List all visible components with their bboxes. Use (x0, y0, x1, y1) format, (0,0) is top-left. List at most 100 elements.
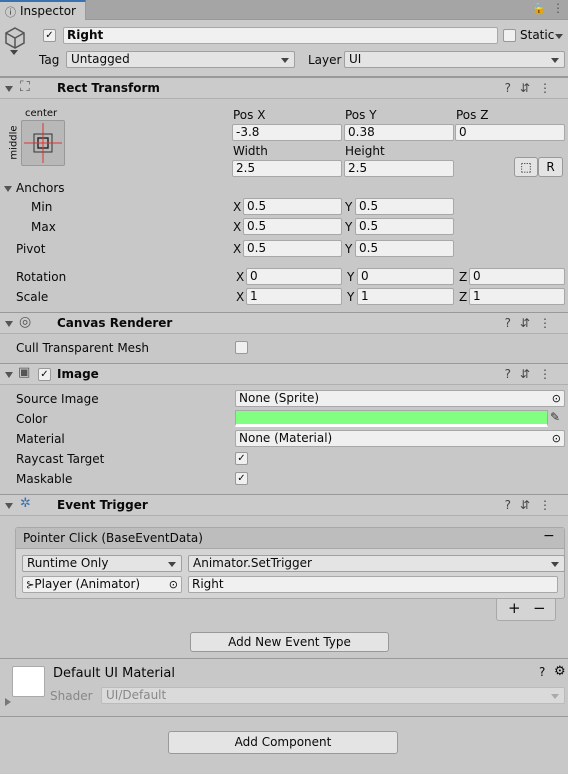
gameobject-header: ✓ Right Static Tag Untagged Layer UI (0, 20, 568, 77)
color-swatch[interactable] (235, 410, 548, 427)
scale-x-field[interactable]: 1 (246, 288, 342, 305)
rot-y-field[interactable]: 0 (357, 268, 454, 285)
height-field[interactable]: 2.5 (344, 160, 454, 177)
width-field[interactable]: 2.5 (232, 160, 342, 177)
layer-label: Layer (308, 53, 342, 67)
scale-y-letter: Y (347, 290, 355, 304)
runtime-dropdown[interactable]: Runtime Only (22, 555, 182, 572)
separator (0, 658, 568, 659)
eyedropper-icon[interactable]: ✎ (550, 410, 560, 424)
tab-bar: ⓘ Inspector 🔒 ⋮ (0, 0, 568, 20)
image-enabled-checkbox[interactable]: ✓ (38, 368, 51, 381)
function-value: Animator.SetTrigger (193, 556, 312, 570)
min-x-field[interactable]: 0.5 (243, 198, 342, 215)
function-dropdown[interactable]: Animator.SetTrigger (188, 555, 565, 572)
scale-x-letter: X (236, 290, 245, 304)
add-component-button[interactable]: Add Component (168, 731, 398, 754)
pivot-x-field[interactable]: 0.5 (243, 240, 342, 257)
raycast-checkbox[interactable]: ✓ (235, 452, 248, 465)
min-y-letter: Y (345, 200, 353, 214)
maskable-checkbox[interactable]: ✓ (235, 472, 248, 485)
argument-field[interactable]: Right (188, 576, 558, 593)
pos-z-field[interactable]: 0 (455, 124, 565, 141)
layer-dropdown[interactable]: UI (344, 51, 565, 68)
blueprint-mode-button[interactable]: ⬚ (514, 157, 538, 177)
rot-y-letter: Y (347, 270, 355, 284)
rot-x-field[interactable]: 0 (246, 268, 342, 285)
pos-y-field[interactable]: 0.38 (344, 124, 454, 141)
raw-edit-button[interactable]: R (538, 157, 563, 177)
help-icon[interactable]: ? (539, 665, 545, 679)
rot-z-field[interactable]: 0 (469, 268, 565, 285)
source-image-field[interactable]: None (Sprite) ⊙ (235, 390, 565, 407)
max-y-letter: Y (345, 220, 353, 234)
image-component-icon: ▣ (18, 365, 31, 380)
header-icons[interactable]: ?⇵⋮ (505, 367, 560, 381)
shader-label: Shader (50, 689, 93, 703)
name-field[interactable]: Right (63, 27, 498, 44)
pos-y-label: Pos Y (345, 108, 377, 122)
foldout-arrow-icon[interactable] (5, 86, 13, 92)
remove-listener-icon[interactable]: − (533, 599, 546, 617)
tab-inspector[interactable]: ⓘ Inspector (0, 0, 86, 20)
pivot-y-field[interactable]: 0.5 (355, 240, 454, 257)
scale-z-field[interactable]: 1 (469, 288, 565, 305)
target-object-field[interactable]: ⊱Player (Animator) ⊙ (22, 576, 182, 593)
max-x-field[interactable]: 0.5 (243, 218, 342, 235)
shader-dropdown[interactable]: UI/Default (101, 687, 565, 704)
anchors-label: Anchors (16, 181, 65, 195)
event-trigger-header[interactable]: ✲ Event Trigger ?⇵⋮ (0, 494, 568, 516)
chevron-down-icon (168, 562, 176, 567)
chevron-down-icon (551, 562, 559, 567)
static-dropdown-icon[interactable] (555, 34, 563, 39)
lock-icon[interactable]: 🔒 (532, 2, 546, 15)
header-icons[interactable]: ?⇵⋮ (505, 81, 560, 95)
max-y-field[interactable]: 0.5 (355, 218, 454, 235)
add-new-event-type-button[interactable]: Add New Event Type (190, 632, 389, 652)
anchor-preset-button[interactable] (21, 120, 65, 166)
rot-z-letter: Z (459, 270, 468, 284)
material-title: Default UI Material (53, 666, 175, 681)
tag-label: Tag (39, 53, 60, 67)
anchor-preset-icon (24, 123, 62, 163)
static-checkbox[interactable] (503, 29, 516, 42)
pivot-x-letter: X (233, 242, 242, 256)
expand-arrow-icon[interactable] (5, 698, 11, 706)
pivot-label: Pivot (16, 242, 46, 256)
object-picker-icon[interactable]: ⊙ (552, 431, 561, 446)
cull-checkbox[interactable] (235, 341, 248, 354)
foldout-arrow-icon[interactable] (5, 372, 13, 378)
rect-transform-header[interactable]: ⛶ Rect Transform ?⇵⋮ (0, 77, 568, 99)
add-listener-icon[interactable]: + (508, 599, 521, 617)
add-remove-footer: + − (496, 599, 556, 621)
foldout-arrow-icon[interactable] (5, 503, 13, 509)
canvas-renderer-header[interactable]: ◎ Canvas Renderer ?⇵⋮ (0, 312, 568, 334)
image-header[interactable]: ▣ ✓ Image ?⇵⋮ (0, 363, 568, 385)
component-title: Event Trigger (57, 498, 148, 512)
static-label: Static (520, 28, 555, 42)
menu-dots-icon[interactable]: ⋮ (552, 1, 564, 15)
anchors-foldout-icon[interactable] (4, 186, 12, 192)
header-icons[interactable]: ?⇵⋮ (505, 316, 560, 330)
scale-y-field[interactable]: 1 (357, 288, 454, 305)
pivot-y-letter: Y (345, 242, 353, 256)
chevron-down-icon (281, 58, 289, 63)
cube-dropdown-icon[interactable] (10, 50, 18, 55)
tab-label: Inspector (20, 4, 76, 18)
object-picker-icon[interactable]: ⊙ (169, 577, 178, 592)
remove-event-icon[interactable]: − (543, 528, 555, 544)
event-entry-header: Pointer Click (BaseEventData) − (16, 528, 564, 549)
header-icons[interactable]: ?⇵⋮ (505, 498, 560, 512)
min-y-field[interactable]: 0.5 (355, 198, 454, 215)
scale-z-letter: Z (459, 290, 468, 304)
pos-x-field[interactable]: -3.8 (232, 124, 342, 141)
gear-icon[interactable]: ⚙ (554, 664, 566, 679)
canvas-renderer-icon: ◎ (19, 314, 32, 330)
anchor-preset-top-label: center (25, 108, 58, 119)
tag-dropdown[interactable]: Untagged (66, 51, 295, 68)
source-image-label: Source Image (16, 392, 99, 406)
material-field[interactable]: None (Material) ⊙ (235, 430, 565, 447)
object-picker-icon[interactable]: ⊙ (552, 391, 561, 406)
foldout-arrow-icon[interactable] (5, 321, 13, 327)
active-checkbox[interactable]: ✓ (43, 29, 56, 42)
